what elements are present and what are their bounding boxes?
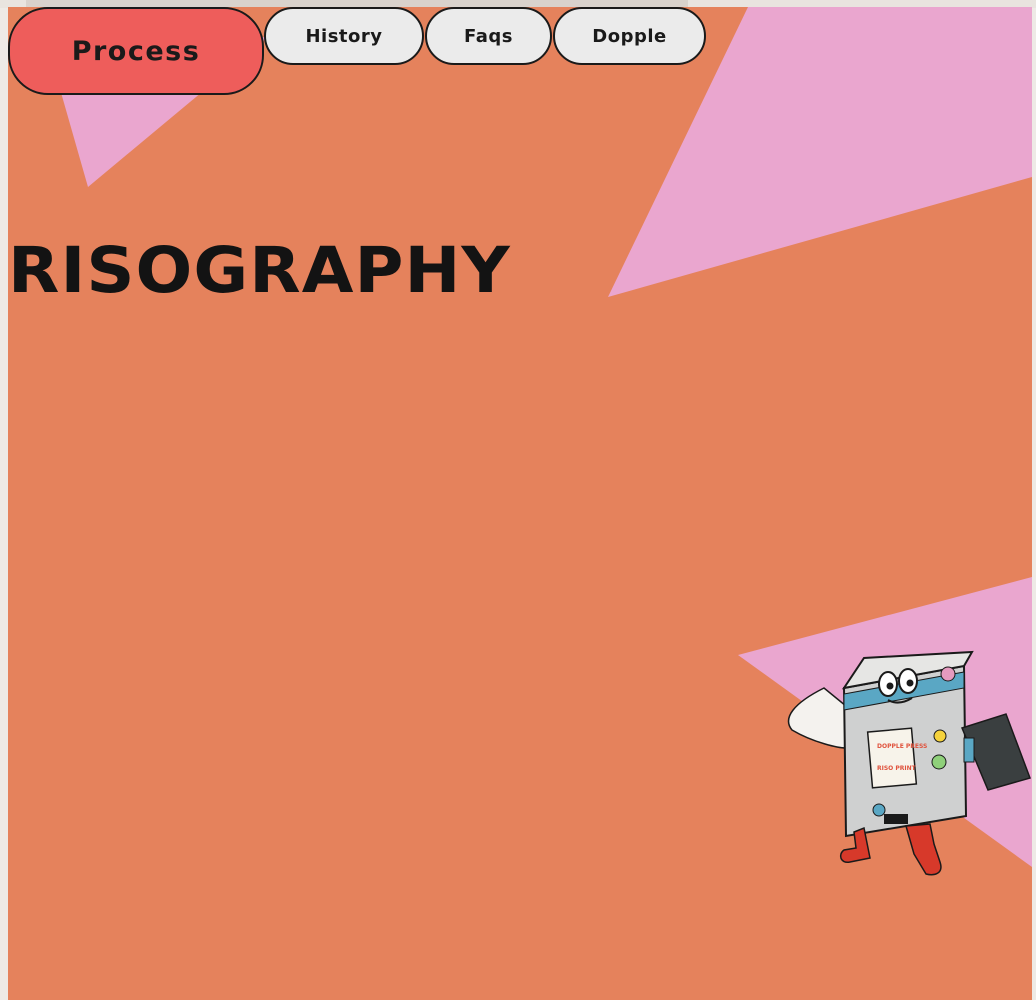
flower-sticker-icon <box>940 666 956 682</box>
checker-sticker-icon <box>884 814 908 824</box>
nav-dopple-label: Dopple <box>592 25 667 47</box>
riso-printer-mascot-illustration: DOPPLE PRESS RISO PRINT <box>787 650 1031 876</box>
nav-history-label: History <box>305 25 383 47</box>
page-title: RISOGRAPHY <box>8 234 511 307</box>
right-pupil <box>906 679 914 687</box>
right-boot-icon <box>905 823 942 876</box>
sticker-top-text: DOPPLE PRESS <box>877 743 927 750</box>
nav-faqs-label: Faqs <box>464 25 513 47</box>
paper-sheet <box>787 687 847 749</box>
poster-sticker <box>866 727 918 789</box>
tray-handle <box>963 737 975 763</box>
nav-history-button[interactable]: History <box>264 7 424 65</box>
nav-faqs-button[interactable]: Faqs <box>425 7 552 65</box>
main-nav: Process History Faqs Dopple <box>0 0 1036 100</box>
left-pupil <box>886 682 894 690</box>
peace-sticker-icon <box>931 754 947 770</box>
sticker-bottom-text: RISO PRINT <box>877 765 917 772</box>
nav-process-label: Process <box>71 35 201 67</box>
badge-sticker-icon <box>872 803 886 817</box>
nav-dopple-button[interactable]: Dopple <box>553 7 706 65</box>
nav-process-button[interactable]: Process <box>8 7 264 95</box>
smiley-sticker-icon <box>933 729 947 743</box>
page: Process History Faqs Dopple RISOGRAPHY D… <box>0 0 1036 1000</box>
